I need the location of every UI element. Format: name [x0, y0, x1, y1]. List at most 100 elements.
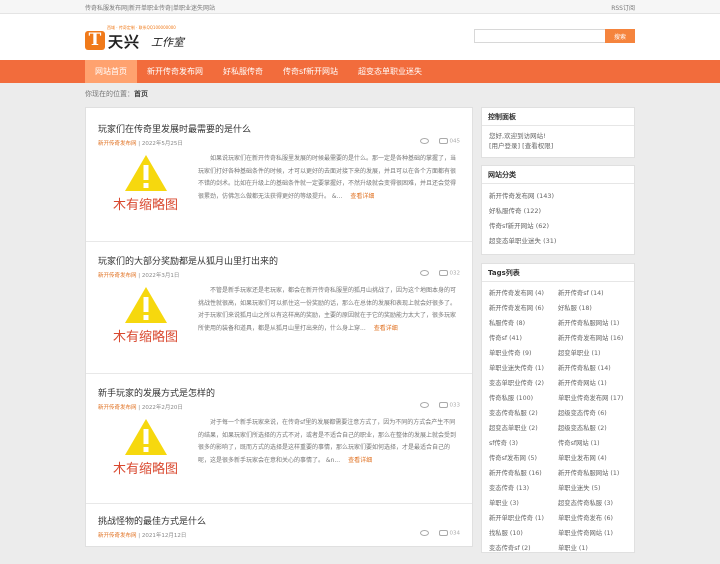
post-stats: 032 [419, 270, 460, 277]
comment-icon [438, 270, 448, 276]
tag-link[interactable]: 传奇sf发布网 (5) [489, 451, 558, 466]
post-title[interactable]: 新手玩家的发展方式是怎样的 [98, 386, 215, 399]
post-excerpt: 对于每一个新手玩家来说，在传奇sf里的发展都需要注意方式了，因为不同的方式会产生… [198, 419, 457, 465]
tag-link[interactable]: 传奇sf (41) [489, 331, 558, 346]
tag-link[interactable]: 新开传奇私服网站 (1) [558, 316, 628, 331]
post-title[interactable]: 玩家们的大部分奖励都是从狐月山里打出来的 [98, 254, 278, 267]
tag-link[interactable]: 单职业传奇 (9) [489, 346, 558, 361]
post-category[interactable]: 新开传奇发布网 [98, 141, 137, 147]
tag-link[interactable]: 新开传奇sf (14) [558, 286, 628, 301]
search-button[interactable]: 搜索 [605, 29, 635, 43]
post-thumbnail[interactable]: 木有缩略图 [98, 154, 193, 226]
nav-home[interactable]: 网站首页 [85, 60, 137, 83]
tag-link[interactable]: 单职业迷失 (5) [558, 481, 628, 496]
post-excerpt: 如果说玩家们在新开传奇私服里发展的时候最需要的是什么。那一定是各种基础的掌握了，… [198, 155, 457, 201]
breadcrumb-prefix: 你现在的位置： [85, 90, 134, 98]
post-title[interactable]: 玩家们在传奇里发展时最需要的是什么 [98, 122, 251, 135]
post-thumbnail[interactable]: 木有缩略图 [98, 418, 193, 490]
top-bar: 传奇私服发布网|新开单职业传奇|单职业迷失网站 RSS订阅 [0, 0, 720, 14]
tag-link[interactable]: 单职业发布网 (4) [558, 451, 628, 466]
tag-link[interactable]: 传奇sf网站 (1) [558, 436, 628, 451]
tags-widget-title: Tags列表 [482, 264, 634, 282]
post-date: 2022年2月20日 [141, 405, 183, 411]
site-logo[interactable]: T 西域 · 传奇定制 · 联系QQ100000000 天兴 工作室 [85, 25, 205, 51]
tag-link[interactable]: 超级变态私服 (2) [558, 421, 628, 436]
comment-icon [438, 402, 448, 408]
rss-link[interactable]: RSS订阅 [611, 3, 635, 12]
post-stats: 033 [419, 402, 461, 409]
category-link[interactable]: 传奇sf新开网站 (62) [489, 222, 549, 230]
comment-icon [438, 138, 448, 144]
tag-link[interactable]: 单职业 (3) [489, 496, 558, 511]
tag-link[interactable]: 新开传奇私服网站 (1) [558, 466, 628, 481]
thumbnail-placeholder-text: 木有缩略图 [112, 198, 178, 213]
tag-link[interactable]: 新开传奇发布网站 (16) [558, 331, 628, 346]
tag-link[interactable]: 变态传奇sf (2) [489, 541, 558, 556]
tag-link[interactable]: 传奇私服 (100) [489, 391, 558, 406]
category-link[interactable]: 超变态单职业迷失 (31) [489, 237, 556, 245]
site-tagline: 传奇私服发布网|新开单职业传奇|单职业迷失网站 [85, 4, 216, 12]
post-excerpt: 不管是新手玩家还是老玩家，都会在新开传奇私服里的狐月山挑战了，因为这个地图本身的… [198, 287, 457, 333]
tag-link[interactable]: 找私服 (10) [489, 526, 558, 541]
comment-count: 033 [449, 402, 461, 409]
header: T 西域 · 传奇定制 · 联系QQ100000000 天兴 工作室 搜索 [0, 14, 720, 60]
tag-link[interactable]: 新开传奇私服 (16) [489, 466, 558, 481]
logo-studio: 工作室 [151, 36, 184, 49]
breadcrumb-current[interactable]: 首页 [134, 90, 148, 98]
read-more-link[interactable]: 查看详细 [374, 325, 398, 332]
tag-link[interactable]: 新开传奇发布网 (4) [489, 286, 558, 301]
tag-link[interactable]: 私服传奇 (8) [489, 316, 558, 331]
tag-link[interactable]: 单职业传奇网站 (1) [558, 526, 628, 541]
nav-new-legend[interactable]: 新开传奇发布网 [137, 60, 213, 83]
category-link[interactable]: 好私服传奇 (122) [489, 207, 541, 215]
post-date: 2021年12月12日 [141, 533, 187, 539]
post-meta: 新开传奇发布网 | 2022年2月20日 [98, 405, 183, 411]
post-meta: 新开传奇发布网 | 2022年3月1日 [98, 273, 180, 279]
post-category[interactable]: 新开传奇发布网 [98, 405, 137, 411]
category-link[interactable]: 新开传奇发布网 (143) [489, 192, 554, 200]
tag-link[interactable]: 单职业迷失传奇 (1) [489, 361, 558, 376]
comment-icon [438, 530, 448, 536]
post-category[interactable]: 新开传奇发布网 [98, 533, 137, 539]
warning-icon [124, 155, 167, 191]
comment-count: 034 [449, 530, 461, 537]
breadcrumb: 你现在的位置：首页 [0, 83, 720, 105]
category-list: 新开传奇发布网 (143) 好私服传奇 (122) 传奇sf新开网站 (62) … [482, 184, 634, 254]
tag-link[interactable]: 超变态传奇私服 (3) [558, 496, 628, 511]
permission-link[interactable]: [查看权限] [522, 142, 553, 150]
category-widget-title: 网站分类 [482, 166, 634, 184]
post-thumbnail[interactable]: 木有缩略图 [98, 286, 193, 358]
nav-super-variant[interactable]: 超变态单职业迷失 [348, 60, 432, 83]
tag-link[interactable]: 超变单职业 (1) [558, 346, 628, 361]
tags-widget: Tags列表 新开传奇发布网 (4) 新开传奇sf (14) 新开传奇发布网 (6)… [481, 263, 635, 553]
logo-mark: T [85, 31, 105, 50]
warning-icon [124, 419, 167, 455]
read-more-link[interactable]: 查看详细 [348, 457, 372, 464]
tag-link[interactable]: 新开单职业传奇 (1) [489, 511, 558, 526]
search-form: 搜索 [474, 29, 635, 43]
tag-link[interactable]: 新开传奇发布网 (6) [489, 301, 558, 316]
nav-good-private[interactable]: 好私服传奇 [213, 60, 273, 83]
post-title[interactable]: 挑战怪物的最佳方式是什么 [98, 514, 206, 527]
tag-link[interactable]: 变态单职业传奇 (2) [489, 376, 558, 391]
post-category[interactable]: 新开传奇发布网 [98, 273, 137, 279]
tag-list: 新开传奇发布网 (4) 新开传奇sf (14) 新开传奇发布网 (6) 好私服 (18… [482, 282, 634, 560]
nav-sf-new[interactable]: 传奇sf新开网站 [273, 60, 348, 83]
tag-link[interactable]: 变态传奇私服 (2) [489, 406, 558, 421]
tag-link[interactable]: sf传奇 (3) [489, 436, 558, 451]
read-more-link[interactable]: 查看详细 [350, 193, 374, 200]
post-item: 挑战怪物的最佳方式是什么 新开传奇发布网 | 2021年12月12日 034 [86, 504, 472, 564]
tag-link[interactable]: 超级变态传奇 (6) [558, 406, 628, 421]
search-input[interactable] [474, 29, 605, 43]
tag-link[interactable]: 新开传奇私服 (14) [558, 361, 628, 376]
tag-link[interactable]: 超变态单职业 (2) [489, 421, 558, 436]
tag-link[interactable]: 单职业传奇发布网 (17) [558, 391, 628, 406]
tag-link[interactable]: 新开传奇网站 (1) [558, 376, 628, 391]
tag-link[interactable]: 好私服 (18) [558, 301, 628, 316]
tag-link[interactable]: 变态传奇 (13) [489, 481, 558, 496]
login-link[interactable]: [用户登录] [489, 142, 520, 150]
tag-link[interactable]: 单职业传奇发布 (6) [558, 511, 628, 526]
post-meta: 新开传奇发布网 | 2021年12月12日 [98, 533, 187, 539]
post-meta: 新开传奇发布网 | 2022年5月25日 [98, 141, 183, 147]
tag-link[interactable]: 单职业 (1) [558, 541, 628, 556]
